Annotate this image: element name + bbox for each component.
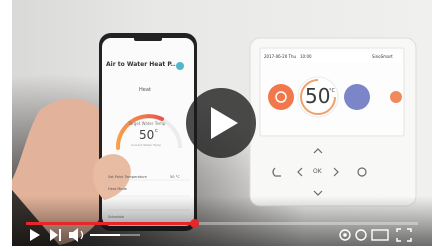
progress-fill <box>26 222 195 225</box>
phone-target-value: 50 <box>139 128 155 142</box>
heat-mode-icon <box>268 84 294 110</box>
video-frame <box>12 0 432 246</box>
phone-row3-label[interactable]: Schedule <box>108 215 124 219</box>
phone-target-label: Target Water Temp <box>128 121 166 126</box>
thermostat-date: 2017-06-20 Thu <box>264 54 297 59</box>
phone-target-unit: c <box>155 128 158 134</box>
volume-fill <box>90 234 120 236</box>
thermostat-time: 10:00 <box>300 54 312 59</box>
phone-row1-label[interactable]: Set Point Temperature <box>108 175 147 179</box>
thermostat-device <box>249 37 417 207</box>
phone-mode[interactable]: Heat <box>139 87 151 93</box>
settings-dot-icon <box>176 62 184 70</box>
water-mode-icon <box>344 84 370 110</box>
phone-row2-label[interactable]: Heat Mode <box>108 187 127 191</box>
phone-app-title: Air to Water Heat P... <box>106 61 176 68</box>
thermostat-ok-button[interactable]: OK <box>313 168 322 175</box>
thermostat-brand: SinoSmart <box>372 54 393 59</box>
video-player[interactable]: Air to Water Heat P... Heat Target Water… <box>0 0 440 246</box>
phone-sub-label: Current Water Temp <box>131 143 162 147</box>
thermostat-temp: 50 <box>305 84 331 108</box>
thermostat-unit: °C <box>329 88 335 94</box>
big-play-button[interactable] <box>186 88 256 158</box>
phone-row1-value: 50 °C <box>170 175 180 179</box>
scrubber-handle[interactable] <box>190 219 200 228</box>
